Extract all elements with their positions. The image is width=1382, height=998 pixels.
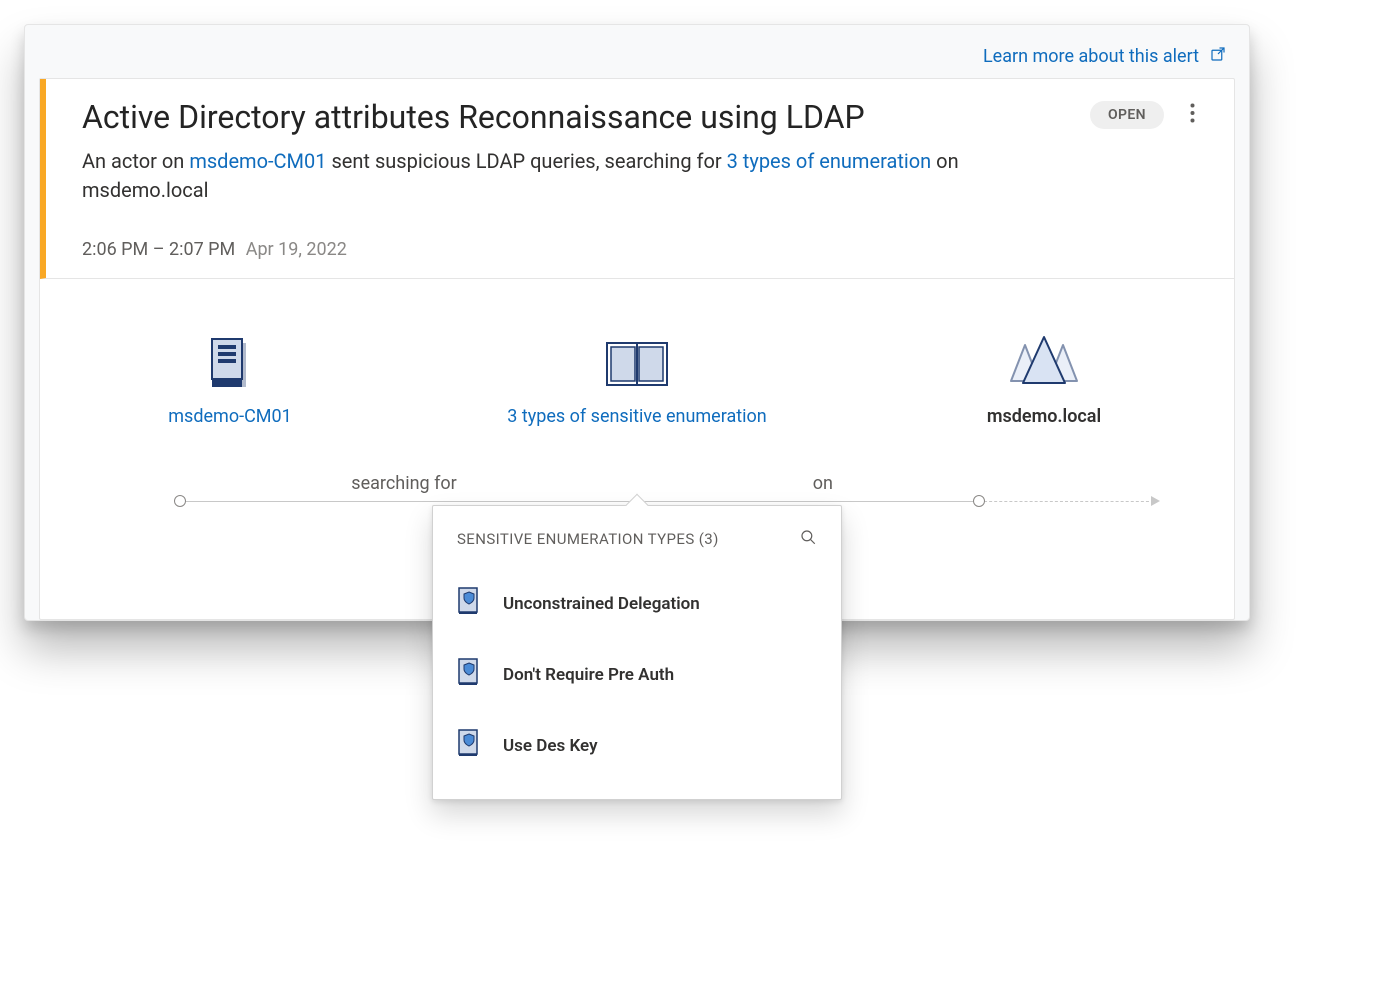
alert-card: Active Directory attributes Reconnaissan… <box>39 78 1235 620</box>
external-link-icon <box>1209 45 1227 68</box>
status-badge: OPEN <box>1090 101 1164 129</box>
enumeration-link[interactable]: 3 types of sensitive enumeration <box>487 405 787 428</box>
attack-diagram: msdemo-CM01 3 types of sensitive enumera… <box>40 279 1234 619</box>
popover-title: SENSITIVE ENUMERATION TYPES (3) <box>457 530 719 548</box>
timeline: searching for on <box>180 501 1154 503</box>
more-vertical-icon <box>1190 103 1195 127</box>
segment-label: searching for <box>351 473 456 494</box>
source-host-link[interactable]: msdemo-CM01 <box>168 406 291 427</box>
alert-title: Active Directory attributes Reconnaissan… <box>82 97 1090 137</box>
enumeration-popover: SENSITIVE ENUMERATION TYPES (3) <box>432 505 842 800</box>
alert-description: An actor on msdemo-CM01 sent suspicious … <box>82 147 1090 205</box>
list-item-label: Use Des Key <box>503 736 598 756</box>
time-range: 2:06 PM – 2:07 PM <box>82 239 235 260</box>
desc-text: sent suspicious LDAP queries, searching … <box>327 149 727 173</box>
list-item[interactable]: Unconstrained Delegation <box>457 568 817 639</box>
search-button[interactable] <box>799 528 817 550</box>
enumeration-node: 3 types of sensitive enumeration <box>487 329 787 428</box>
timeline-dot <box>973 495 985 507</box>
list-item-label: Unconstrained Delegation <box>503 594 700 614</box>
list-item-label: Don't Require Pre Auth <box>503 665 674 685</box>
learn-more-row: Learn more about this alert <box>39 39 1235 78</box>
source-node: msdemo-CM01 <box>80 329 380 428</box>
policy-shield-icon <box>457 728 481 763</box>
alert-panel: Learn more about this alert Active Direc… <box>24 24 1250 621</box>
segment-label: on <box>813 473 833 494</box>
timeline-dot <box>174 495 186 507</box>
alert-date: Apr 19, 2022 <box>246 239 347 260</box>
timeline-arrow-icon <box>1151 496 1160 506</box>
list-item[interactable]: Don't Require Pre Auth <box>457 639 817 710</box>
learn-more-link[interactable]: Learn more about this alert <box>983 46 1199 67</box>
target-node: msdemo.local <box>894 329 1194 428</box>
alert-header: Active Directory attributes Reconnaissan… <box>40 79 1234 279</box>
desc-text: on <box>931 149 958 173</box>
book-icon <box>487 329 787 389</box>
enumeration-types-link[interactable]: 3 types of enumeration <box>727 149 932 173</box>
server-icon <box>80 329 380 389</box>
forest-domain-icon <box>894 329 1194 389</box>
more-actions-button[interactable] <box>1178 101 1206 129</box>
list-item[interactable]: Use Des Key <box>457 710 817 781</box>
popover-list: Unconstrained Delegation Don't Require P… <box>433 558 841 781</box>
actor-host-link[interactable]: msdemo-CM01 <box>189 149 326 173</box>
desc-text: An actor on <box>82 149 189 173</box>
target-domain-label: msdemo.local <box>894 405 1194 428</box>
alert-timestamp: 2:06 PM – 2:07 PM Apr 19, 2022 <box>82 239 1090 260</box>
target-domain-text: msdemo.local <box>82 178 208 202</box>
policy-shield-icon <box>457 586 481 621</box>
policy-shield-icon <box>457 657 481 692</box>
search-icon <box>799 531 817 550</box>
